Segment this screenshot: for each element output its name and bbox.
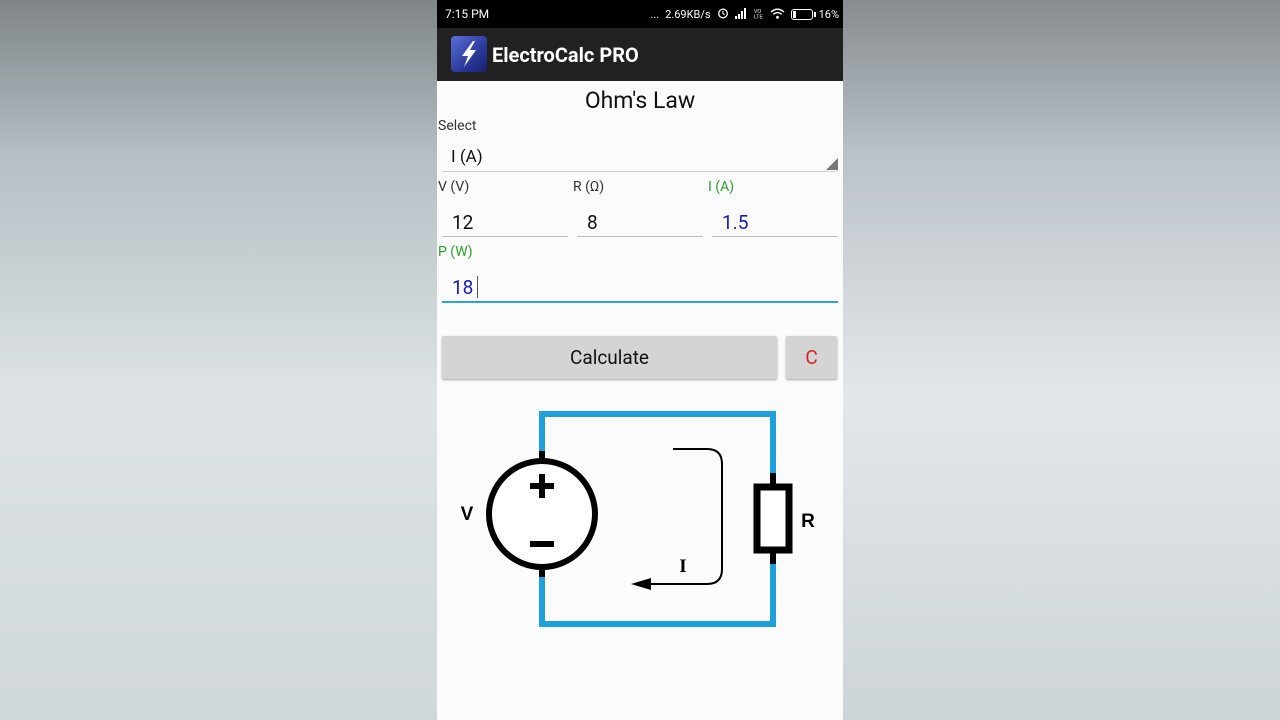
app-title: ElectroCalc PRO	[492, 43, 639, 67]
resistor-symbol-label: R	[801, 511, 815, 532]
ohms-law-panel: Ohm's Law Select I (A) V (V) 12 R (Ω) 8 …	[437, 81, 843, 720]
resistor-symbol	[753, 483, 793, 554]
battery-icon	[790, 9, 816, 20]
power-value: 18	[452, 276, 474, 299]
ohms-law-circuit-diagram: V R I	[461, 411, 815, 627]
battery-percent: 16%	[818, 8, 839, 21]
volte-icon: VO LTE	[754, 8, 764, 22]
network-speed: 2.69KB/s	[665, 8, 711, 21]
current-value: 1.5	[722, 211, 749, 234]
signal-strength-icon	[734, 7, 748, 22]
svg-text:LTE: LTE	[754, 14, 763, 19]
current-symbol-label: I	[679, 556, 686, 577]
voltage-label: V (V)	[438, 179, 470, 195]
arrowhead-icon	[631, 578, 651, 590]
dropdown-arrow-icon	[826, 158, 838, 170]
clear-button[interactable]: C	[786, 336, 837, 379]
resistance-value: 8	[587, 211, 598, 234]
status-time: 7:15 PM	[445, 7, 490, 21]
unknown-variable-dropdown[interactable]: I (A)	[442, 139, 838, 172]
wifi-icon	[770, 8, 785, 22]
power-label: P (W)	[438, 244, 473, 260]
current-label: I (A)	[708, 179, 735, 195]
status-icons: ... 2.69KB/s VO LTE 16%	[650, 7, 839, 22]
phone-screen: 7:15 PM ... 2.69KB/s VO LTE 16% ElectroCa…	[437, 0, 843, 720]
text-cursor	[477, 276, 478, 298]
voltage-input[interactable]: 12	[442, 206, 568, 237]
select-label: Select	[438, 118, 477, 134]
resistance-label: R (Ω)	[573, 179, 605, 195]
background-right	[843, 0, 1280, 720]
app-bar: ElectroCalc PRO	[437, 28, 843, 81]
voltage-value: 12	[452, 211, 474, 234]
dropdown-selected-value: I (A)	[451, 147, 483, 167]
more-dots-icon: ...	[650, 8, 660, 21]
current-input[interactable]: 1.5	[712, 206, 838, 237]
background-left	[0, 0, 437, 720]
lightning-bolt-icon	[451, 36, 487, 72]
minus-sign-icon	[530, 541, 554, 547]
alarm-clock-icon	[717, 7, 729, 22]
page-title: Ohm's Law	[584, 87, 696, 114]
status-bar: 7:15 PM ... 2.69KB/s VO LTE 16%	[437, 0, 843, 28]
power-input[interactable]: 18	[442, 271, 838, 303]
calculate-button[interactable]: Calculate	[442, 336, 777, 379]
resistance-input[interactable]: 8	[577, 206, 703, 237]
voltage-symbol-label: V	[461, 504, 474, 525]
